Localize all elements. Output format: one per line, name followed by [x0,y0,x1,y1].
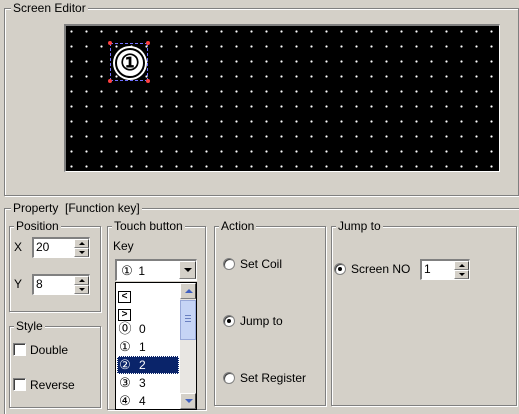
y-value[interactable]: 8 [36,277,43,292]
x-label: X [14,240,23,254]
y-spinner[interactable]: 8 [32,274,90,295]
arrow-up-icon [79,279,85,282]
key-dropdown[interactable]: ① 1 [115,259,197,281]
set-register-radio[interactable] [223,372,235,384]
resize-handle-bottom-left[interactable] [108,79,112,83]
scroll-thumb[interactable] [180,300,196,340]
key-list-item[interactable]: ④4 [117,392,179,410]
x-spinner[interactable]: 20 [32,237,90,258]
style-group: Style [9,319,101,408]
jump-to-title: Jump to [336,219,383,233]
key-label: Key [113,239,134,253]
key-list-item-label: 2 [139,358,146,372]
reverse-label[interactable]: Reverse [30,378,75,392]
double-checkbox[interactable] [13,343,26,356]
key-selected-text: 1 [138,264,146,278]
lcd-screen-canvas[interactable]: ① [64,24,500,172]
set-coil-label[interactable]: Set Coil [240,257,282,271]
key-list-item[interactable]: ①1 [117,338,179,356]
arrow-down-icon [459,273,465,276]
arrow-down-icon [79,288,85,291]
jump-to-radio[interactable] [223,315,235,327]
screen-no-value[interactable]: 1 [424,262,431,277]
style-title: Style [14,319,45,333]
key-list-item-label: 3 [139,376,146,390]
key-dropdown-button[interactable] [179,261,196,279]
x-spin-down-button[interactable] [74,248,89,257]
key-dropdown-list[interactable]: < > ⓪ 0 ① 1 ② 2 ③ 3 ④ 4 [115,282,197,410]
screen-no-spin-up-button[interactable] [454,261,469,270]
property-title: Property [Function key] [11,201,142,215]
screen-no-label[interactable]: Screen NO [351,262,410,276]
y-spin-up-button[interactable] [74,276,89,285]
key-number-glyph: ② [119,357,131,372]
key-list-item[interactable]: ②2 [117,356,179,374]
y-spin-down-button[interactable] [74,285,89,294]
resize-handle-bottom-right[interactable] [146,79,150,83]
screen-no-spin-down-button[interactable] [454,270,469,279]
scroll-down-button[interactable] [180,393,196,409]
reverse-checkbox[interactable] [13,378,26,391]
arrow-up-icon [185,289,193,293]
arrow-up-icon [79,242,85,245]
jump-to-group: Jump to [331,219,517,406]
chevron-down-icon [184,268,192,272]
key-number-glyph: ⓪ [118,321,132,336]
action-title: Action [219,219,257,233]
position-title: Position [14,219,61,233]
resize-handle-top-right[interactable] [146,41,150,45]
set-register-label[interactable]: Set Register [240,371,306,385]
key-number-glyph: ③ [119,375,131,390]
screen-no-spinner[interactable]: 1 [420,259,470,280]
key-list-item[interactable]: ⓪0 [117,320,179,338]
key-number-glyph: ① [119,339,131,354]
scroll-up-button[interactable] [180,283,196,299]
screen-editor-title: Screen Editor [11,1,88,15]
x-value[interactable]: 20 [36,240,49,255]
key-list-item-label: 4 [139,394,146,408]
key-selected-glyph: ① [121,263,133,278]
y-label: Y [14,277,23,291]
key-list-item[interactable]: > [117,302,179,321]
screen-no-radio[interactable] [334,263,346,275]
key-list-scrollbar[interactable] [180,283,196,409]
key-list-item[interactable]: ③3 [117,374,179,392]
key-list-item-label: 0 [139,322,146,336]
x-spin-up-button[interactable] [74,239,89,248]
function-key-object[interactable]: ① [108,41,150,83]
arrow-up-icon [459,264,465,267]
double-label[interactable]: Double [30,343,68,357]
set-coil-radio[interactable] [223,258,235,270]
arrow-down-icon [79,251,85,254]
key-list-item[interactable]: < [117,284,179,303]
key-list-item-label: 1 [139,340,146,354]
jump-to-label[interactable]: Jump to [240,314,283,328]
key-number-glyph: ④ [119,393,131,408]
key-selected-value: ① 1 [119,263,145,279]
resize-handle-top-left[interactable] [108,41,112,45]
arrow-down-icon [185,399,193,403]
function-key-number-icon: ① [115,48,145,78]
touch-button-title: Touch button [112,219,185,233]
